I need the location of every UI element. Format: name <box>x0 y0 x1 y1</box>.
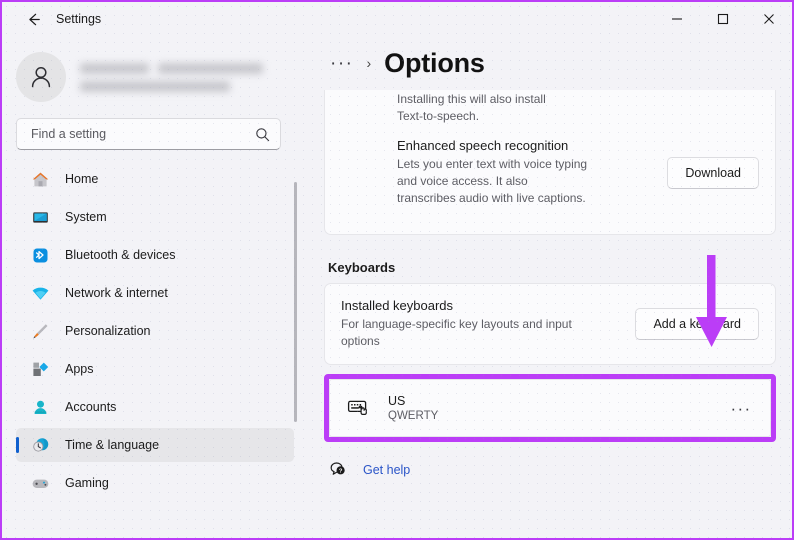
home-icon <box>30 169 50 189</box>
keyboard-row-highlight-annotation: US QWERTY ··· <box>324 374 776 442</box>
get-help-label: Get help <box>363 463 411 477</box>
breadcrumb: ··· › Options <box>308 36 792 90</box>
keyboards-section-heading: Keyboards <box>328 260 396 275</box>
selection-indicator <box>16 437 19 453</box>
partial-scrolled-text: Installing this will also install Text-t… <box>397 92 546 123</box>
sidebar-item-gaming[interactable]: Gaming <box>16 466 294 500</box>
apps-icon <box>30 359 50 379</box>
sidebar-item-apps[interactable]: Apps <box>16 352 294 386</box>
sidebar-item-home[interactable]: Home <box>16 162 294 196</box>
keyboard-layout-row[interactable]: US QWERTY ··· <box>329 379 771 437</box>
search-icon <box>256 127 270 141</box>
sidebar-item-label: Accounts <box>65 400 117 414</box>
gamepad-icon <box>30 473 50 493</box>
sidebar-item-label: Gaming <box>65 476 109 490</box>
minimize-button[interactable] <box>654 2 700 36</box>
sidebar-item-label: Bluetooth & devices <box>65 248 176 262</box>
download-button[interactable]: Download <box>667 156 759 189</box>
sidebar-item-system[interactable]: System <box>16 200 294 234</box>
enhanced-speech-title: Enhanced speech recognition <box>397 138 569 153</box>
keyboard-layout-type: QWERTY <box>388 410 439 422</box>
window-controls <box>654 2 792 36</box>
sidebar-item-label: Network & internet <box>65 286 168 300</box>
help-bubble-icon: ? <box>328 458 347 482</box>
sidebar-item-time-and-language[interactable]: Time & language <box>16 428 294 462</box>
sidebar-item-personalization[interactable]: Personalization <box>16 314 294 348</box>
breadcrumb-overflow-button[interactable]: ··· <box>330 54 353 73</box>
get-help-link[interactable]: ? Get help <box>324 458 776 482</box>
window-title: Settings <box>56 12 102 26</box>
maximize-icon <box>717 13 729 25</box>
sidebar-item-accounts[interactable]: Accounts <box>16 390 294 424</box>
clock-globe-icon <box>30 435 50 455</box>
sidebar-scrollbar[interactable] <box>294 182 297 422</box>
title-bar: Settings <box>2 2 792 36</box>
enhanced-speech-subtitle: Lets you enter text with voice typing an… <box>397 157 588 205</box>
installed-keyboards-title: Installed keyboards <box>341 298 454 313</box>
add-a-keyboard-button[interactable]: Add a keyboard <box>635 308 759 340</box>
installed-keyboards-row: Installed keyboards For language-specifi… <box>325 284 775 364</box>
svg-text:?: ? <box>339 469 343 475</box>
back-button[interactable] <box>16 4 50 34</box>
enhanced-speech-row: Enhanced speech recognition Lets you ent… <box>325 125 775 220</box>
installed-keyboards-subtitle: For language-specific key layouts and in… <box>341 317 572 348</box>
enhanced-speech-recognition-card: Installing this will also install Text-t… <box>324 90 776 235</box>
sidebar-item-label: Personalization <box>65 324 151 338</box>
installed-keyboards-card: Installed keyboards For language-specifi… <box>324 283 776 365</box>
minimize-icon <box>672 18 682 20</box>
accounts-icon <box>30 397 50 417</box>
back-arrow-icon <box>28 13 40 25</box>
chevron-right-icon: › <box>366 55 372 71</box>
wifi-icon <box>30 283 50 303</box>
settings-scroll-area: Installing this will also install Text-t… <box>308 90 792 538</box>
profile-email-redacted <box>80 80 263 92</box>
sidebar-item-label: Apps <box>65 362 94 376</box>
sidebar-item-network[interactable]: Network & internet <box>16 276 294 310</box>
avatar <box>16 52 66 102</box>
sidebar-item-label: System <box>65 210 107 224</box>
search-input[interactable] <box>31 127 255 141</box>
maximize-button[interactable] <box>700 2 746 36</box>
sidebar: Home System <box>2 36 308 538</box>
keyboard-layout-text: US QWERTY <box>388 394 726 422</box>
sidebar-item-bluetooth[interactable]: Bluetooth & devices <box>16 238 294 272</box>
sidebar-item-label: Time & language <box>65 438 160 452</box>
profile-name-redacted <box>80 62 263 74</box>
person-icon <box>31 66 51 88</box>
close-icon <box>764 14 774 24</box>
system-icon <box>30 207 50 227</box>
keyboard-cursor-icon <box>346 395 372 421</box>
main-content: ··· › Options Installing this will also … <box>308 36 792 538</box>
profile-text-redacted <box>80 62 263 92</box>
page-title: Options <box>384 47 485 78</box>
sidebar-nav: Home System Bluetooth & devices Network … <box>2 162 308 522</box>
keyboard-layout-name: US <box>388 394 406 408</box>
sidebar-item-label: Home <box>65 172 99 186</box>
bluetooth-icon <box>30 245 50 265</box>
user-profile[interactable] <box>16 46 308 108</box>
keyboard-more-options-button[interactable]: ··· <box>726 394 756 422</box>
settings-window: Settings Find a setting Home System Blue… <box>0 0 794 540</box>
search-box[interactable] <box>16 118 281 150</box>
paintbrush-icon <box>30 321 50 341</box>
close-button[interactable] <box>746 2 792 36</box>
